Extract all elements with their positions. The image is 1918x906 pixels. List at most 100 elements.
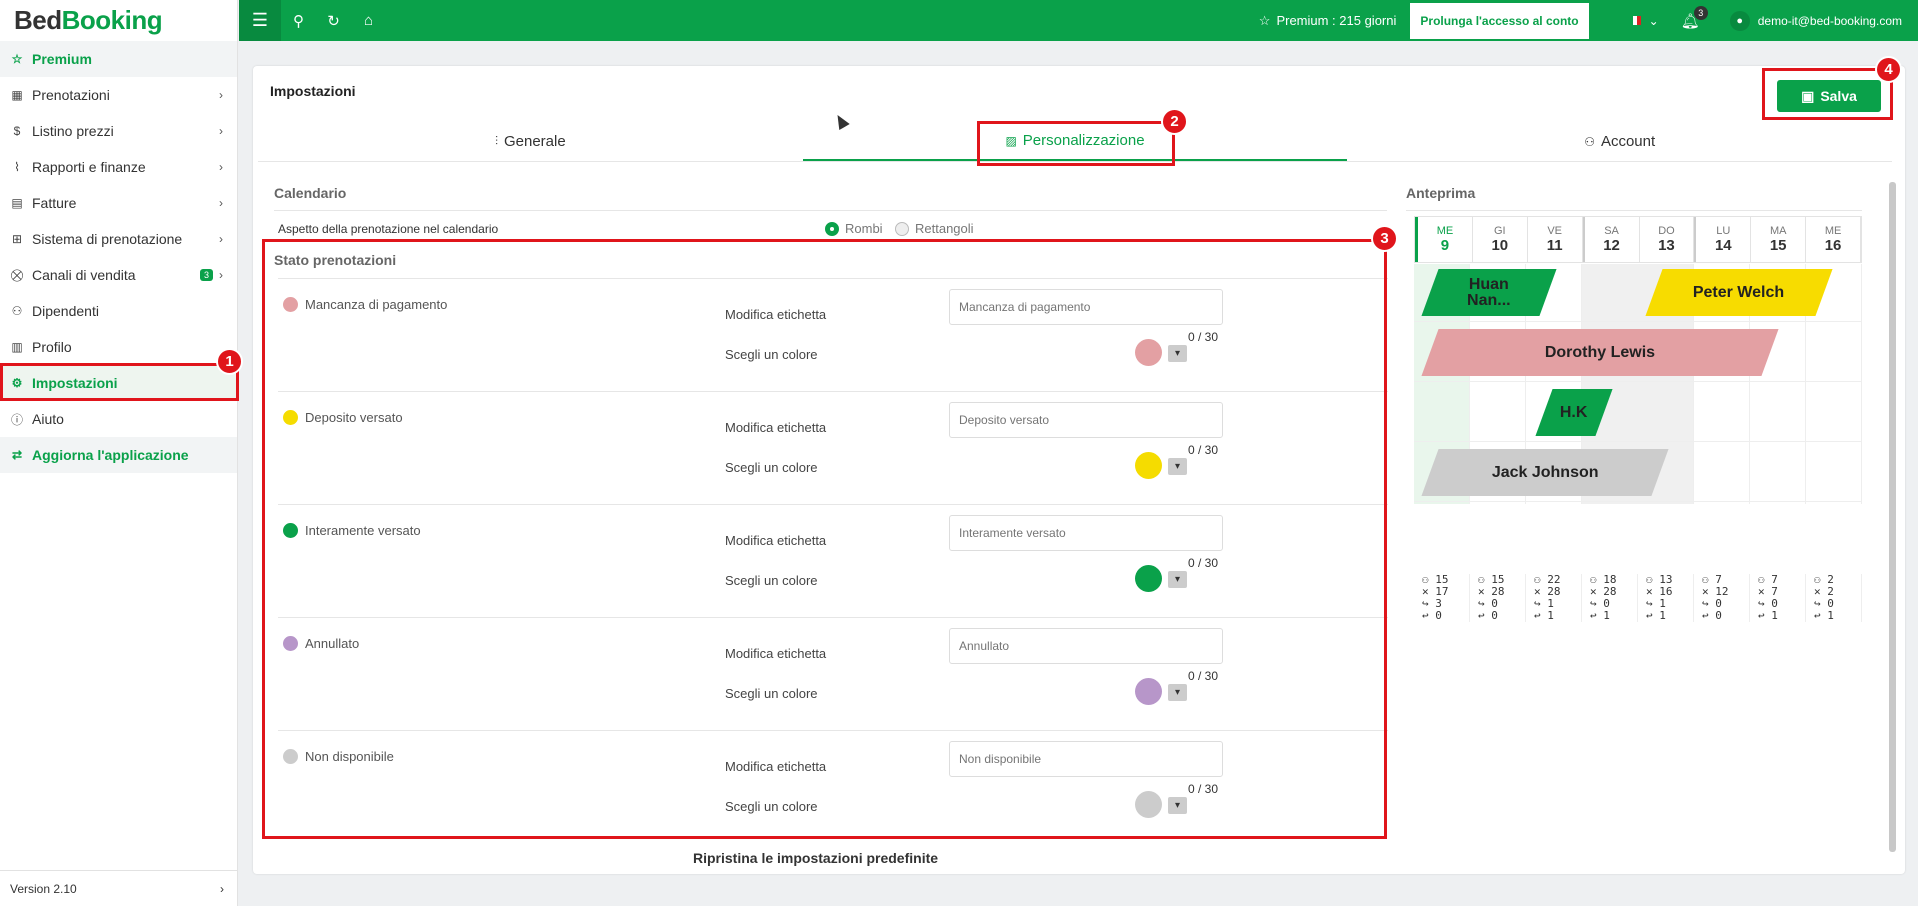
color-dropdown-chevron-icon[interactable]: ▾ bbox=[1168, 345, 1187, 362]
status-row-interamente: Interamente versato Modifica etichetta 0… bbox=[278, 504, 1388, 617]
color-label: Scegli un colore bbox=[725, 799, 818, 814]
premium-status[interactable]: ☆ Premium : 215 giorni bbox=[1259, 13, 1397, 29]
refresh-icon[interactable]: ↻ bbox=[316, 12, 351, 30]
sidebar-item-aggiorna[interactable]: ⇄ Aggiorna l'applicazione bbox=[0, 437, 237, 473]
home-icon[interactable]: ⌂ bbox=[351, 12, 386, 29]
booking-label: Dorothy Lewis bbox=[1544, 343, 1656, 361]
stats-column: ⚇ 13 ✕ 16 ↪ 1 ↩ 1 bbox=[1638, 574, 1694, 622]
chevron-right-icon: › bbox=[220, 881, 224, 896]
annotation-badge-3: 3 bbox=[1371, 225, 1398, 252]
color-dropdown-chevron-icon[interactable]: ▾ bbox=[1168, 458, 1187, 475]
sidebar-item-sistema-prenotazione[interactable]: ⊞ Sistema di prenotazione › bbox=[0, 221, 237, 257]
char-counter: 0 / 30 bbox=[1187, 782, 1218, 796]
sidebar-item-dipendenti[interactable]: ⚇ Dipendenti bbox=[0, 293, 237, 329]
save-button[interactable]: ▣ Salva bbox=[1777, 80, 1881, 112]
color-swatch[interactable] bbox=[1135, 565, 1162, 592]
sidebar-item-fatture[interactable]: ▤ Fatture › bbox=[0, 185, 237, 221]
grid-row-line bbox=[1414, 381, 1862, 382]
annotation-badge-4: 4 bbox=[1875, 56, 1902, 83]
day-name: GI bbox=[1494, 225, 1506, 237]
tab-generale[interactable]: ⫶ Generale bbox=[258, 122, 803, 161]
edit-label-caption: Modifica etichetta bbox=[725, 759, 827, 774]
sidebar-item-impostazioni[interactable]: ⚙ Impostazioni bbox=[0, 365, 237, 401]
calendar-divider bbox=[274, 210, 1387, 211]
edit-label-caption: Modifica etichetta bbox=[725, 420, 827, 435]
stat-value: 1 bbox=[1603, 609, 1610, 622]
color-swatch[interactable] bbox=[1135, 452, 1162, 479]
label-input[interactable] bbox=[949, 402, 1223, 438]
color-dropdown-chevron-icon[interactable]: ▾ bbox=[1168, 684, 1187, 701]
color-dropdown-chevron-icon[interactable]: ▾ bbox=[1168, 797, 1187, 814]
stat-value: 1 bbox=[1659, 609, 1666, 622]
premium-label: Premium : 215 giorni bbox=[1276, 13, 1397, 28]
language-selector[interactable]: ⌄ bbox=[1628, 14, 1659, 28]
stats-column: ⚇ 7 ✕ 12 ↪ 0 ↩ 0 bbox=[1694, 574, 1750, 622]
sidebar-item-aiuto[interactable]: ⓘ Aiuto bbox=[0, 401, 237, 437]
settings-card: Impostazioni ▣ Salva ⫶ Generale ▨ Person… bbox=[253, 66, 1905, 874]
tab-label: Personalizzazione bbox=[1022, 132, 1145, 149]
label-input[interactable] bbox=[949, 628, 1223, 664]
status-name: Annullato bbox=[283, 636, 359, 651]
day-number: 11 bbox=[1546, 237, 1563, 254]
sidebar-item-label: Dipendenti bbox=[32, 303, 99, 319]
tab-account[interactable]: ⚇ Account bbox=[1347, 122, 1892, 161]
tab-personalizzazione[interactable]: ▨ Personalizzazione bbox=[802, 122, 1348, 161]
settings-tabs: ⫶ Generale ▨ Personalizzazione ⚇ Account bbox=[258, 122, 1892, 162]
status-row-mancanza: Mancanza di pagamento Modifica etichetta… bbox=[278, 278, 1388, 391]
sidebar-item-profilo[interactable]: ▥ Profilo bbox=[0, 329, 237, 365]
radio-rombi[interactable]: Rombi bbox=[825, 221, 883, 236]
sidebar-item-label: Aggiorna l'applicazione bbox=[32, 447, 189, 463]
label-input[interactable] bbox=[949, 289, 1223, 325]
sidebar-item-label: Impostazioni bbox=[32, 375, 118, 391]
app-logo[interactable]: Bed Booking bbox=[0, 0, 237, 41]
sidebar-item-premium[interactable]: ☆ Premium bbox=[0, 41, 237, 77]
sidebar-item-label: Premium bbox=[32, 51, 92, 67]
vertical-scrollbar[interactable] bbox=[1887, 166, 1897, 866]
day-cell: VE 11 bbox=[1528, 217, 1583, 262]
color-swatch[interactable] bbox=[1135, 339, 1162, 366]
chevron-right-icon: › bbox=[219, 232, 223, 246]
sidebar-item-rapporti[interactable]: ⌇ Rapporti e finanze › bbox=[0, 149, 237, 185]
status-label: Deposito versato bbox=[305, 410, 403, 425]
version-row[interactable]: Version 2.10 › bbox=[0, 870, 238, 906]
stat-departures: ↩ 0 bbox=[1702, 609, 1722, 622]
color-label: Scegli un colore bbox=[725, 686, 818, 701]
booking-huan: Huan Nan... bbox=[1421, 269, 1557, 316]
stats-column: ⚇ 15 ✕ 28 ↪ 0 ↩ 0 bbox=[1470, 574, 1526, 622]
user-email: demo-it@bed-booking.com bbox=[1757, 13, 1902, 28]
label-input[interactable] bbox=[949, 515, 1223, 551]
color-dropdown-chevron-icon[interactable]: ▾ bbox=[1168, 571, 1187, 588]
stats-column: ⚇ 2 ✕ 2 ↪ 0 ↩ 1 bbox=[1806, 574, 1862, 622]
status-color-dot bbox=[283, 523, 298, 538]
stat-departures: ↩ 1 bbox=[1646, 609, 1666, 622]
hamburger-menu-icon[interactable]: ☰ bbox=[239, 0, 281, 41]
grid-row-line bbox=[1414, 441, 1862, 442]
user-menu[interactable]: ● demo-it@bed-booking.com bbox=[1729, 10, 1902, 31]
extend-access-button[interactable]: Prolunga l'accesso al conto bbox=[1410, 2, 1589, 39]
reset-defaults-link[interactable]: Ripristina le impostazioni predefinite bbox=[693, 850, 938, 866]
day-name: MA bbox=[1769, 225, 1787, 237]
topbar: ☰ ⚲ ↻ ⌂ ☆ Premium : 215 giorni Prolunga … bbox=[239, 0, 1918, 41]
booking-jack: Jack Johnson bbox=[1421, 449, 1669, 496]
radio-dot bbox=[895, 221, 909, 236]
search-icon[interactable]: ⚲ bbox=[281, 12, 316, 30]
stat-value: 1 bbox=[1771, 609, 1778, 622]
day-number: 16 bbox=[1824, 237, 1842, 254]
notifications-bell-icon[interactable]: 🔔︎ 3 bbox=[1681, 5, 1708, 30]
radio-rettangoli[interactable]: Rettangoli bbox=[895, 221, 974, 236]
scrollbar-thumb[interactable] bbox=[1889, 182, 1896, 852]
stat-value: 1 bbox=[1547, 609, 1554, 622]
sidebar-item-canali-vendita[interactable]: ⛒ Canali di vendita 3 › bbox=[0, 257, 237, 293]
save-label: Salva bbox=[1820, 88, 1857, 104]
sidebar-item-prenotazioni[interactable]: ▦ Prenotazioni › bbox=[0, 77, 237, 113]
chevron-right-icon: › bbox=[219, 196, 223, 210]
sidebar-item-listino-prezzi[interactable]: $ Listino prezzi › bbox=[0, 113, 237, 149]
label-input[interactable] bbox=[949, 741, 1223, 777]
color-swatch[interactable] bbox=[1135, 791, 1162, 818]
star-outline-icon: ☆ bbox=[1258, 12, 1271, 28]
color-swatch[interactable] bbox=[1135, 678, 1162, 705]
stat-value: 0 bbox=[1435, 609, 1442, 622]
status-name: Mancanza di pagamento bbox=[283, 297, 447, 312]
chevron-right-icon: › bbox=[219, 124, 223, 138]
image-icon: ▨ bbox=[1005, 133, 1017, 148]
